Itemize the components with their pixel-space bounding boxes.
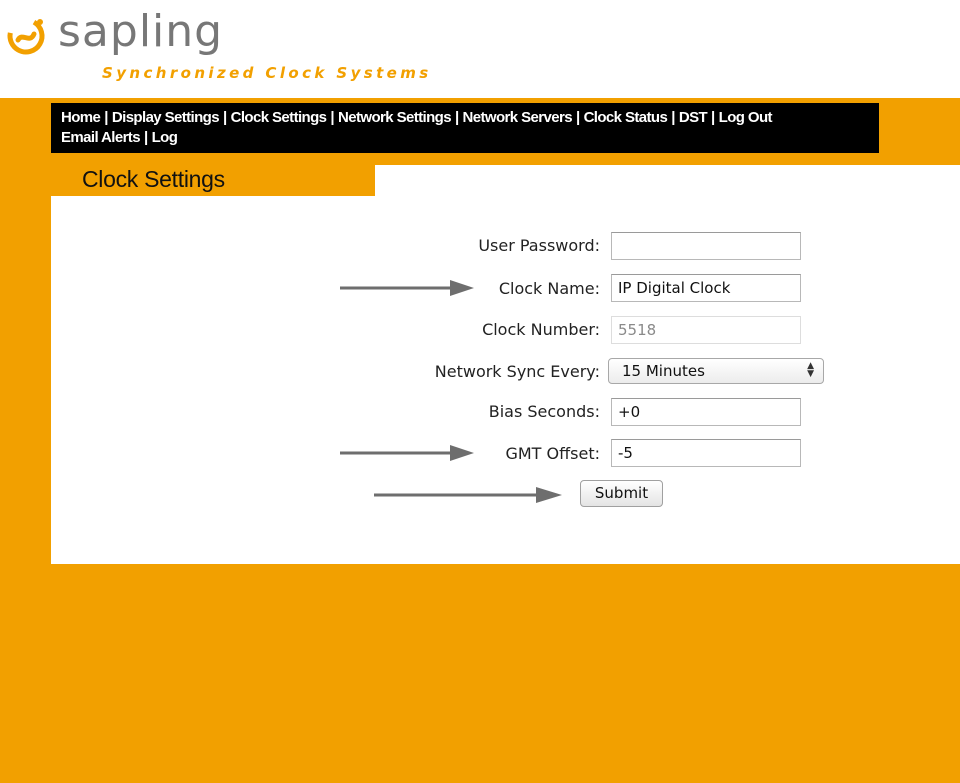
clock-number-label: Clock Number: (482, 320, 600, 339)
gmt-offset-input[interactable] (611, 439, 801, 467)
nav-separator: | (711, 109, 715, 126)
sapling-logo-icon (7, 17, 45, 55)
nav-separator: | (143, 129, 148, 146)
nav-separator: | (454, 109, 459, 126)
updown-chevron-icon: ▲ ▼ (807, 361, 814, 379)
nav-network-settings-link[interactable]: Network Settings (338, 109, 452, 126)
nav-separator: | (575, 109, 580, 126)
nav-clock-status-link[interactable]: Clock Status (584, 109, 668, 126)
clock-number-input (611, 316, 801, 344)
nav-dst-link[interactable]: DST (679, 109, 708, 126)
nav-separator: | (104, 109, 108, 126)
nav-home-link[interactable]: Home (61, 109, 101, 126)
nav-clock-settings-link[interactable]: Clock Settings (231, 109, 327, 126)
bias-seconds-label: Bias Seconds: (488, 402, 600, 421)
bias-seconds-input[interactable] (611, 398, 801, 426)
page: sapling Synchronized Clock Systems Home |… (0, 0, 960, 783)
brand-name: sapling (58, 6, 224, 57)
user-password-label: User Password: (478, 236, 600, 255)
arrow-right-icon (374, 487, 562, 503)
clock-name-input[interactable] (611, 274, 801, 302)
submit-button[interactable]: Submit (580, 480, 663, 507)
nav-log-out-link[interactable]: Log Out (719, 109, 773, 126)
arrow-right-icon (340, 445, 474, 461)
nav-display-settings-link[interactable]: Display Settings (112, 109, 220, 126)
network-sync-selected-value: 15 Minutes (622, 362, 705, 380)
page-title: Clock Settings (82, 166, 225, 192)
nav-network-servers-link[interactable]: Network Servers (463, 109, 573, 126)
nav-bar: Home | Display Settings | Clock Settings | Net… (51, 103, 879, 153)
nav-separator: | (223, 109, 227, 126)
network-sync-label: Network Sync Every: (434, 362, 600, 381)
user-password-input[interactable] (611, 232, 801, 260)
network-sync-select[interactable]: 15 Minutes ▲ ▼ (608, 358, 824, 384)
nav-separator: | (330, 109, 335, 126)
brand-tagline: Synchronized Clock Systems (102, 64, 432, 82)
header: sapling Synchronized Clock Systems (0, 0, 960, 98)
nav-email-alerts-link[interactable]: Email Alerts (61, 129, 141, 146)
panel-top-strip (375, 165, 960, 196)
nav-log-link[interactable]: Log (152, 129, 178, 146)
arrow-right-icon (340, 280, 474, 296)
nav-separator: | (671, 109, 675, 126)
